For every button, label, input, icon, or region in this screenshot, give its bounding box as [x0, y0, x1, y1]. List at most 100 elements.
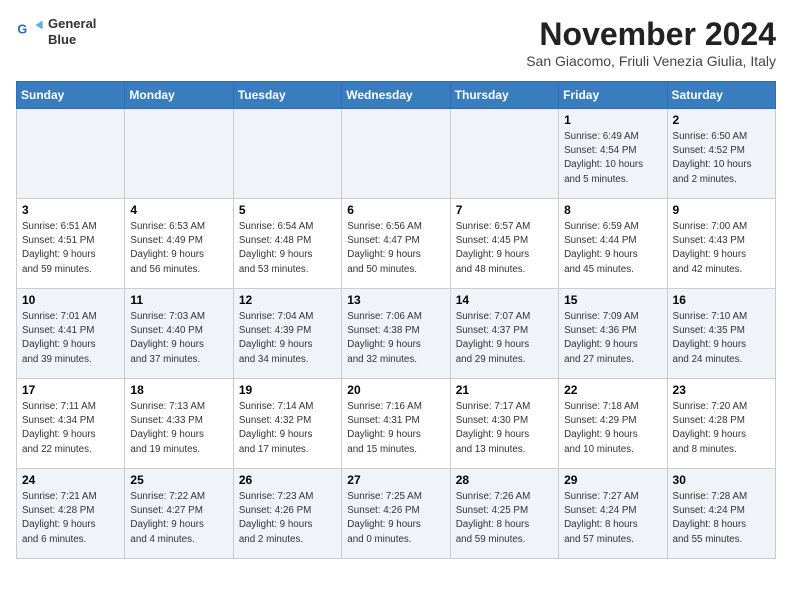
- day-number: 20: [347, 383, 444, 397]
- calendar-cell: 9 Sunrise: 7:00 AMSunset: 4:43 PMDaylight…: [667, 199, 775, 289]
- calendar-cell: 13Sunrise: 7:06 AMSunset: 4:38 PMDayligh…: [342, 289, 450, 379]
- day-info: Sunrise: 7:11 AMSunset: 4:34 PMDaylight:…: [22, 400, 119, 457]
- day-number: 30: [673, 473, 770, 487]
- calendar-cell: 6 Sunrise: 6:56 AMSunset: 4:47 PMDaylight…: [342, 199, 450, 289]
- day-info: Sunrise: 7:13 AMSunset: 4:33 PMDaylight:…: [130, 400, 227, 457]
- day-info: Sunrise: 7:03 AMSunset: 4:40 PMDaylight:…: [130, 310, 227, 367]
- day-info: Sunrise: 7:22 AMSunset: 4:27 PMDaylight:…: [130, 490, 227, 547]
- weekday-header-tuesday: Tuesday: [233, 82, 341, 109]
- day-number: 18: [130, 383, 227, 397]
- calendar-cell: 20Sunrise: 7:16 AMSunset: 4:31 PMDayligh…: [342, 379, 450, 469]
- day-info: Sunrise: 6:56 AMSunset: 4:47 PMDaylight:…: [347, 220, 444, 277]
- day-info: Sunrise: 6:53 AMSunset: 4:49 PMDaylight:…: [130, 220, 227, 277]
- day-info: Sunrise: 7:18 AMSunset: 4:29 PMDaylight:…: [564, 400, 661, 457]
- day-number: 12: [239, 293, 336, 307]
- day-info: Sunrise: 7:20 AMSunset: 4:28 PMDaylight:…: [673, 400, 770, 457]
- logo-icon: G: [16, 18, 44, 46]
- day-info: Sunrise: 7:28 AMSunset: 4:24 PMDaylight:…: [673, 490, 770, 547]
- logo-line2: Blue: [48, 32, 96, 48]
- day-info: Sunrise: 7:07 AMSunset: 4:37 PMDaylight:…: [456, 310, 553, 367]
- day-number: 25: [130, 473, 227, 487]
- calendar-cell: 8 Sunrise: 6:59 AMSunset: 4:44 PMDaylight…: [559, 199, 667, 289]
- day-info: Sunrise: 7:27 AMSunset: 4:24 PMDaylight:…: [564, 490, 661, 547]
- day-info: Sunrise: 7:25 AMSunset: 4:26 PMDaylight:…: [347, 490, 444, 547]
- day-number: 16: [673, 293, 770, 307]
- calendar-cell: 7Sunrise: 6:57 AMSunset: 4:45 PMDaylight…: [450, 199, 558, 289]
- day-number: 28: [456, 473, 553, 487]
- day-number: 15: [564, 293, 661, 307]
- calendar-cell: 24 Sunrise: 7:21 AMSunset: 4:28 PMDayligh…: [17, 469, 125, 559]
- day-number: 19: [239, 383, 336, 397]
- weekday-header-row: SundayMondayTuesdayWednesdayThursdayFrid…: [17, 82, 776, 109]
- weekday-header-wednesday: Wednesday: [342, 82, 450, 109]
- calendar-cell: 18 Sunrise: 7:13 AMSunset: 4:33 PMDayligh…: [125, 379, 233, 469]
- calendar-cell: [342, 109, 450, 199]
- week-row-3: 10 Sunrise: 7:01 AMSunset: 4:41 PMDayligh…: [17, 289, 776, 379]
- calendar-cell: [450, 109, 558, 199]
- week-row-1: 1 Sunrise: 6:49 AMSunset: 4:54 PMDaylight…: [17, 109, 776, 199]
- day-number: 2: [673, 113, 770, 127]
- day-number: 1: [564, 113, 661, 127]
- week-row-5: 24 Sunrise: 7:21 AMSunset: 4:28 PMDayligh…: [17, 469, 776, 559]
- day-number: 22: [564, 383, 661, 397]
- calendar-cell: 19 Sunrise: 7:14 AMSunset: 4:32 PMDayligh…: [233, 379, 341, 469]
- weekday-header-monday: Monday: [125, 82, 233, 109]
- calendar-cell: 10 Sunrise: 7:01 AMSunset: 4:41 PMDayligh…: [17, 289, 125, 379]
- day-info: Sunrise: 7:00 AMSunset: 4:43 PMDaylight:…: [673, 220, 770, 277]
- calendar-cell: 23Sunrise: 7:20 AMSunset: 4:28 PMDayligh…: [667, 379, 775, 469]
- week-row-2: 3 Sunrise: 6:51 AMSunset: 4:51 PMDaylight…: [17, 199, 776, 289]
- svg-text:G: G: [17, 22, 27, 36]
- day-number: 10: [22, 293, 119, 307]
- calendar-cell: [233, 109, 341, 199]
- weekday-header-friday: Friday: [559, 82, 667, 109]
- day-number: 17: [22, 383, 119, 397]
- day-info: Sunrise: 7:14 AMSunset: 4:32 PMDaylight:…: [239, 400, 336, 457]
- day-info: Sunrise: 7:26 AMSunset: 4:25 PMDaylight:…: [456, 490, 553, 547]
- calendar-cell: 4 Sunrise: 6:53 AMSunset: 4:49 PMDaylight…: [125, 199, 233, 289]
- calendar-cell: 25 Sunrise: 7:22 AMSunset: 4:27 PMDayligh…: [125, 469, 233, 559]
- calendar-cell: [17, 109, 125, 199]
- day-info: Sunrise: 7:17 AMSunset: 4:30 PMDaylight:…: [456, 400, 553, 457]
- calendar-cell: 17 Sunrise: 7:11 AMSunset: 4:34 PMDayligh…: [17, 379, 125, 469]
- day-info: Sunrise: 6:59 AMSunset: 4:44 PMDaylight:…: [564, 220, 661, 277]
- calendar-body: 1 Sunrise: 6:49 AMSunset: 4:54 PMDaylight…: [17, 109, 776, 559]
- day-number: 11: [130, 293, 227, 307]
- day-number: 14: [456, 293, 553, 307]
- header: G General Blue November 2024 San Giacomo…: [16, 16, 776, 69]
- calendar-cell: 3 Sunrise: 6:51 AMSunset: 4:51 PMDaylight…: [17, 199, 125, 289]
- day-number: 8: [564, 203, 661, 217]
- calendar-cell: 29 Sunrise: 7:27 AMSunset: 4:24 PMDayligh…: [559, 469, 667, 559]
- day-number: 7: [456, 203, 553, 217]
- day-number: 4: [130, 203, 227, 217]
- logo: G General Blue: [16, 16, 96, 47]
- day-number: 3: [22, 203, 119, 217]
- logo-line1: General: [48, 16, 96, 32]
- day-number: 27: [347, 473, 444, 487]
- day-info: Sunrise: 6:50 AMSunset: 4:52 PMDaylight:…: [673, 130, 770, 187]
- calendar-cell: 22 Sunrise: 7:18 AMSunset: 4:29 PMDayligh…: [559, 379, 667, 469]
- calendar-cell: 5Sunrise: 6:54 AMSunset: 4:48 PMDaylight…: [233, 199, 341, 289]
- calendar-cell: 16 Sunrise: 7:10 AMSunset: 4:35 PMDayligh…: [667, 289, 775, 379]
- weekday-header-thursday: Thursday: [450, 82, 558, 109]
- day-info: Sunrise: 7:01 AMSunset: 4:41 PMDaylight:…: [22, 310, 119, 367]
- day-number: 6: [347, 203, 444, 217]
- title-area: November 2024 San Giacomo, Friuli Venezi…: [526, 16, 776, 69]
- day-number: 9: [673, 203, 770, 217]
- main-title: November 2024: [526, 16, 776, 53]
- calendar-cell: 15Sunrise: 7:09 AMSunset: 4:36 PMDayligh…: [559, 289, 667, 379]
- day-number: 24: [22, 473, 119, 487]
- day-info: Sunrise: 7:06 AMSunset: 4:38 PMDaylight:…: [347, 310, 444, 367]
- calendar-table: SundayMondayTuesdayWednesdayThursdayFrid…: [16, 81, 776, 559]
- day-number: 29: [564, 473, 661, 487]
- day-info: Sunrise: 7:10 AMSunset: 4:35 PMDaylight:…: [673, 310, 770, 367]
- weekday-header-saturday: Saturday: [667, 82, 775, 109]
- day-number: 26: [239, 473, 336, 487]
- day-info: Sunrise: 6:51 AMSunset: 4:51 PMDaylight:…: [22, 220, 119, 277]
- day-info: Sunrise: 6:49 AMSunset: 4:54 PMDaylight:…: [564, 130, 661, 187]
- subtitle: San Giacomo, Friuli Venezia Giulia, Ital…: [526, 53, 776, 69]
- calendar-cell: 11 Sunrise: 7:03 AMSunset: 4:40 PMDayligh…: [125, 289, 233, 379]
- calendar-cell: 14 Sunrise: 7:07 AMSunset: 4:37 PMDayligh…: [450, 289, 558, 379]
- weekday-header-sunday: Sunday: [17, 82, 125, 109]
- calendar-cell: 28 Sunrise: 7:26 AMSunset: 4:25 PMDayligh…: [450, 469, 558, 559]
- day-info: Sunrise: 7:21 AMSunset: 4:28 PMDaylight:…: [22, 490, 119, 547]
